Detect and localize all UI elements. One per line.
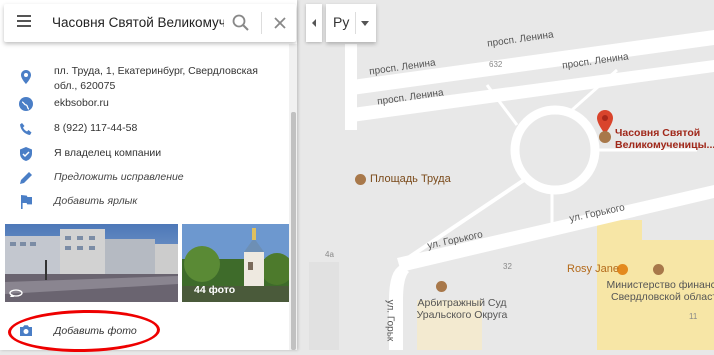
photo-count: 44 фото (194, 284, 236, 296)
hamburger-line (17, 25, 31, 27)
website-link[interactable]: ekbsobor.ru (54, 96, 109, 111)
street-view-image (5, 224, 178, 302)
address-text: пл. Труда, 1, Екатеринбург, Свердловская… (54, 65, 258, 92)
chevron-left-icon (312, 19, 316, 27)
search-input[interactable]: Часовня Святой Великомучени (52, 15, 224, 30)
panorama-icon (9, 289, 23, 297)
place-label-chapel[interactable]: Часовня Святой Великомученицы... (615, 127, 714, 151)
suggest-edit-text: Предложить исправление (54, 171, 184, 183)
close-icon[interactable] (269, 12, 291, 34)
add-label-text: Добавить ярлык (54, 195, 138, 207)
church-icon (599, 131, 611, 143)
shield-check-icon (20, 147, 32, 161)
building-number-632: 632 (489, 60, 503, 69)
court-icon (436, 281, 447, 292)
place-label-court[interactable]: Арбитражный Суд Уральского Округа (397, 297, 527, 321)
building-number-11: 11 (689, 312, 698, 321)
panel-scrollbar-thumb[interactable] (291, 112, 296, 350)
globe-icon (19, 97, 33, 111)
chevron-down-icon (361, 21, 369, 26)
language-current: Ру (333, 14, 350, 30)
building-number-32: 32 (503, 262, 512, 271)
map-canvas[interactable]: просп. Ленина просп. Ленина просп. Ленин… (297, 0, 714, 350)
street-view-photo[interactable] (5, 224, 178, 302)
phone-text: 8 (922) 117-44-58 (54, 122, 138, 134)
building-number-4a: 4а (325, 250, 334, 259)
place-label-rosy-jane[interactable]: Rosy Jane (567, 263, 619, 275)
government-icon (653, 264, 664, 275)
photos-thumbnail[interactable]: 44 фото (182, 224, 291, 302)
add-photo-button[interactable]: Добавить фото (0, 316, 290, 346)
landmark-icon (355, 174, 366, 185)
search-icon[interactable] (230, 12, 252, 34)
camera-icon (20, 325, 32, 336)
search-divider (261, 12, 262, 34)
hamburger-line (17, 20, 31, 22)
location-pin-icon (21, 70, 31, 84)
hamburger-icon (17, 15, 31, 17)
claim-business-text: Я владелец компании (54, 147, 162, 159)
menu-button[interactable] (12, 12, 36, 34)
phone-icon (20, 123, 32, 135)
add-photo-label: Добавить фото (54, 325, 137, 337)
place-details-panel: пл. Труда, 1, Екатеринбург, Свердловская… (0, 0, 297, 350)
language-divider (355, 12, 356, 34)
search-box[interactable]: Часовня Святой Великомучени (4, 4, 296, 42)
collapse-panel-button[interactable] (306, 4, 322, 42)
language-select[interactable]: Ру (326, 4, 376, 42)
street-label-gorkogo-3: ул. Горьк (384, 299, 396, 342)
place-label-square[interactable]: Площадь Труда (370, 173, 451, 185)
place-label-ministry[interactable]: Министерство финансов Свердловской облас… (597, 279, 714, 303)
pencil-icon (20, 172, 32, 184)
flag-icon (21, 195, 32, 209)
